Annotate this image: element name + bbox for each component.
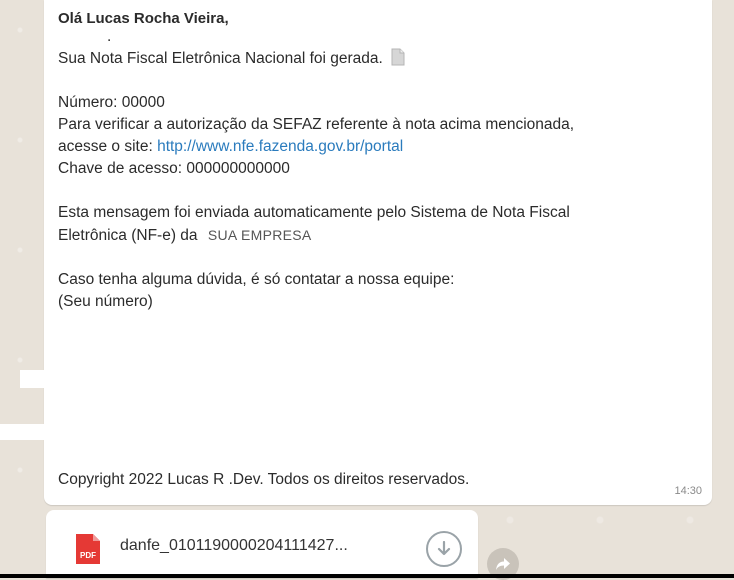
auto-message-line-2: Eletrônica (NF-e) da SUA EMPRESA <box>58 227 312 244</box>
bottom-edge <box>0 574 734 578</box>
verify-text: Para verificar a autorização da SEFAZ re… <box>58 116 575 133</box>
pdf-file-icon: PDF <box>76 534 100 564</box>
portal-link[interactable]: http://www.nfe.fazenda.gov.br/portal <box>157 138 403 155</box>
message-body: Olá Lucas Rocha Vieira, . Sua Nota Fisca… <box>58 8 698 313</box>
phone-text: (Seu número) <box>58 293 153 310</box>
contact-text: Caso tenha alguma dúvida, é só contatar … <box>58 271 455 288</box>
attachment-filename: danfe_010119000020411142​7... <box>120 537 348 554</box>
invoice-number: Número: 00000 <box>58 94 165 111</box>
message-time: 14:30 <box>674 485 702 497</box>
download-button[interactable] <box>426 531 462 567</box>
download-icon <box>437 541 451 556</box>
overlay-patch <box>20 370 50 388</box>
stray-dot: . <box>107 28 112 45</box>
company-name: SUA EMPRESA <box>207 227 312 243</box>
greeting: Olá Lucas Rocha Vieira, <box>58 10 229 27</box>
access-line: acesse o site: http://www.nfe.fazenda.go… <box>58 138 404 155</box>
copyright: Copyright 2022 Lucas R .Dev. Todos os di… <box>58 471 470 488</box>
svg-text:PDF: PDF <box>80 551 96 560</box>
auto-message-line-1: Esta mensagem foi enviada automaticament… <box>58 204 570 221</box>
overlay-patch <box>0 424 50 440</box>
generated-line: Sua Nota Fiscal Eletrônica Nacional foi … <box>58 48 698 70</box>
document-icon <box>391 48 405 66</box>
message-bubble: Olá Lucas Rocha Vieira, . Sua Nota Fisca… <box>44 0 712 505</box>
access-key: Chave de acesso: 000000000000 <box>58 160 290 177</box>
forward-icon <box>496 558 510 570</box>
pdf-attachment[interactable]: PDF danfe_010119000020411142​7... <box>46 510 478 578</box>
